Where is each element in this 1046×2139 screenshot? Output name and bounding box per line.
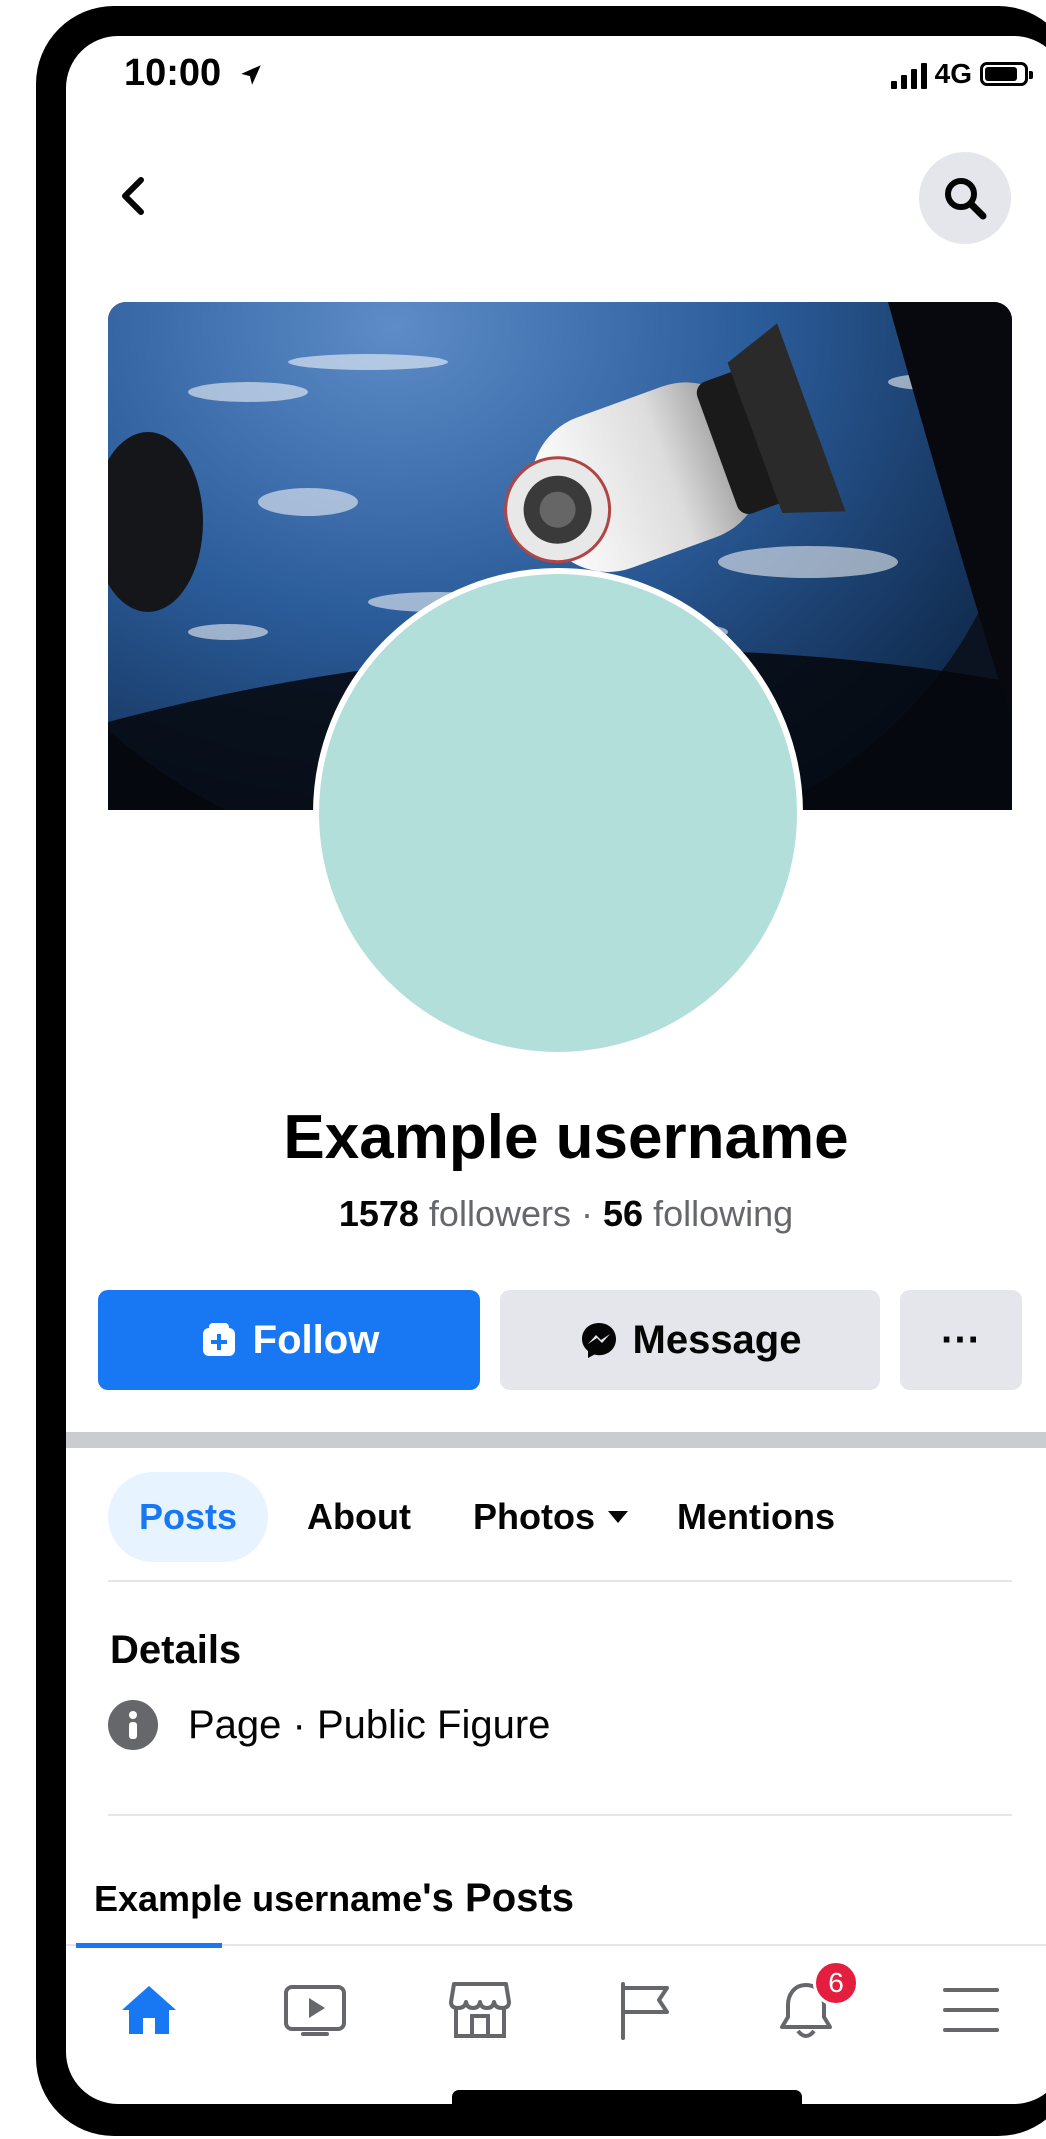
nav-marketplace[interactable] [435,1970,525,2050]
posts-owner-name: Example username [94,1878,423,1919]
location-arrow-icon [241,65,261,85]
tab-photos-label: Photos [473,1496,595,1537]
tab-posts-label: Posts [138,1496,238,1537]
flag-icon [621,1982,669,2040]
notification-badge: 6 [813,1960,859,2006]
follow-icon [202,1323,235,1356]
messenger-icon [581,1323,616,1358]
nav-home[interactable] [104,1970,194,2050]
nav-pages[interactable] [600,1970,690,2050]
status-time-text: 10:00 [124,52,222,94]
phone-screen: 10:00 4G Example username 1578 followers… [66,36,1046,2104]
message-button[interactable]: Message [500,1290,880,1390]
tab-about-label: About [307,1496,411,1537]
tab-about[interactable]: About [284,1472,434,1562]
menu-icon [943,1988,999,2032]
message-label: Message [632,1317,802,1362]
search-icon [945,178,987,220]
chevron-left-icon [122,177,144,215]
home-icon [122,1986,176,2034]
profile-avatar[interactable] [313,568,803,1058]
active-tab-indicator [76,1943,222,1948]
more-icon: ··· [941,1317,981,1362]
profile-stats: 1578 followers · 56 following [66,1193,1046,1235]
status-indicators: 4G [890,58,1033,90]
details-divider [108,1814,1012,1816]
status-time: 10:00 [124,52,264,95]
caret-down-icon [608,1511,628,1523]
profile-name: Example username [283,1103,849,1172]
follow-button[interactable]: Follow [98,1290,480,1390]
posts-section-title: Example username's Posts [94,1876,574,1921]
tab-mentions[interactable]: Mentions [656,1472,856,1562]
network-type: 4G [934,58,972,89]
tabs-divider [108,1580,1012,1582]
nav-menu[interactable] [926,1970,1016,2050]
following-count[interactable]: 56 [603,1193,643,1234]
back-button[interactable] [108,166,158,226]
posts-title-suffix: 's Posts [422,1876,574,1920]
details-heading: Details [110,1628,242,1672]
stats-separator: · [581,1193,593,1234]
video-icon [284,1985,346,2036]
tab-mentions-label: Mentions [677,1496,835,1537]
tab-photos[interactable]: Photos [456,1472,646,1562]
nav-video[interactable] [270,1970,360,2050]
battery-icon [980,62,1033,86]
tab-posts[interactable]: Posts [108,1472,268,1562]
bottom-nav: 6 [66,1943,1046,2056]
info-icon [108,1700,158,1750]
following-label[interactable]: following [653,1193,793,1234]
signal-icon [890,59,927,89]
follow-label: Follow [252,1317,380,1362]
nav-notifications[interactable]: 6 [761,1960,859,2050]
home-indicator [452,2090,802,2104]
marketplace-icon [449,1982,511,2038]
followers-count[interactable]: 1578 [339,1193,419,1234]
details-row: Page · Public Figure [108,1700,550,1750]
followers-label[interactable]: followers [429,1193,571,1234]
page-category: Page · Public Figure [188,1702,551,1747]
more-options-button[interactable]: ··· [900,1290,1022,1390]
search-button[interactable] [919,152,1011,244]
section-divider [66,1432,1046,1448]
